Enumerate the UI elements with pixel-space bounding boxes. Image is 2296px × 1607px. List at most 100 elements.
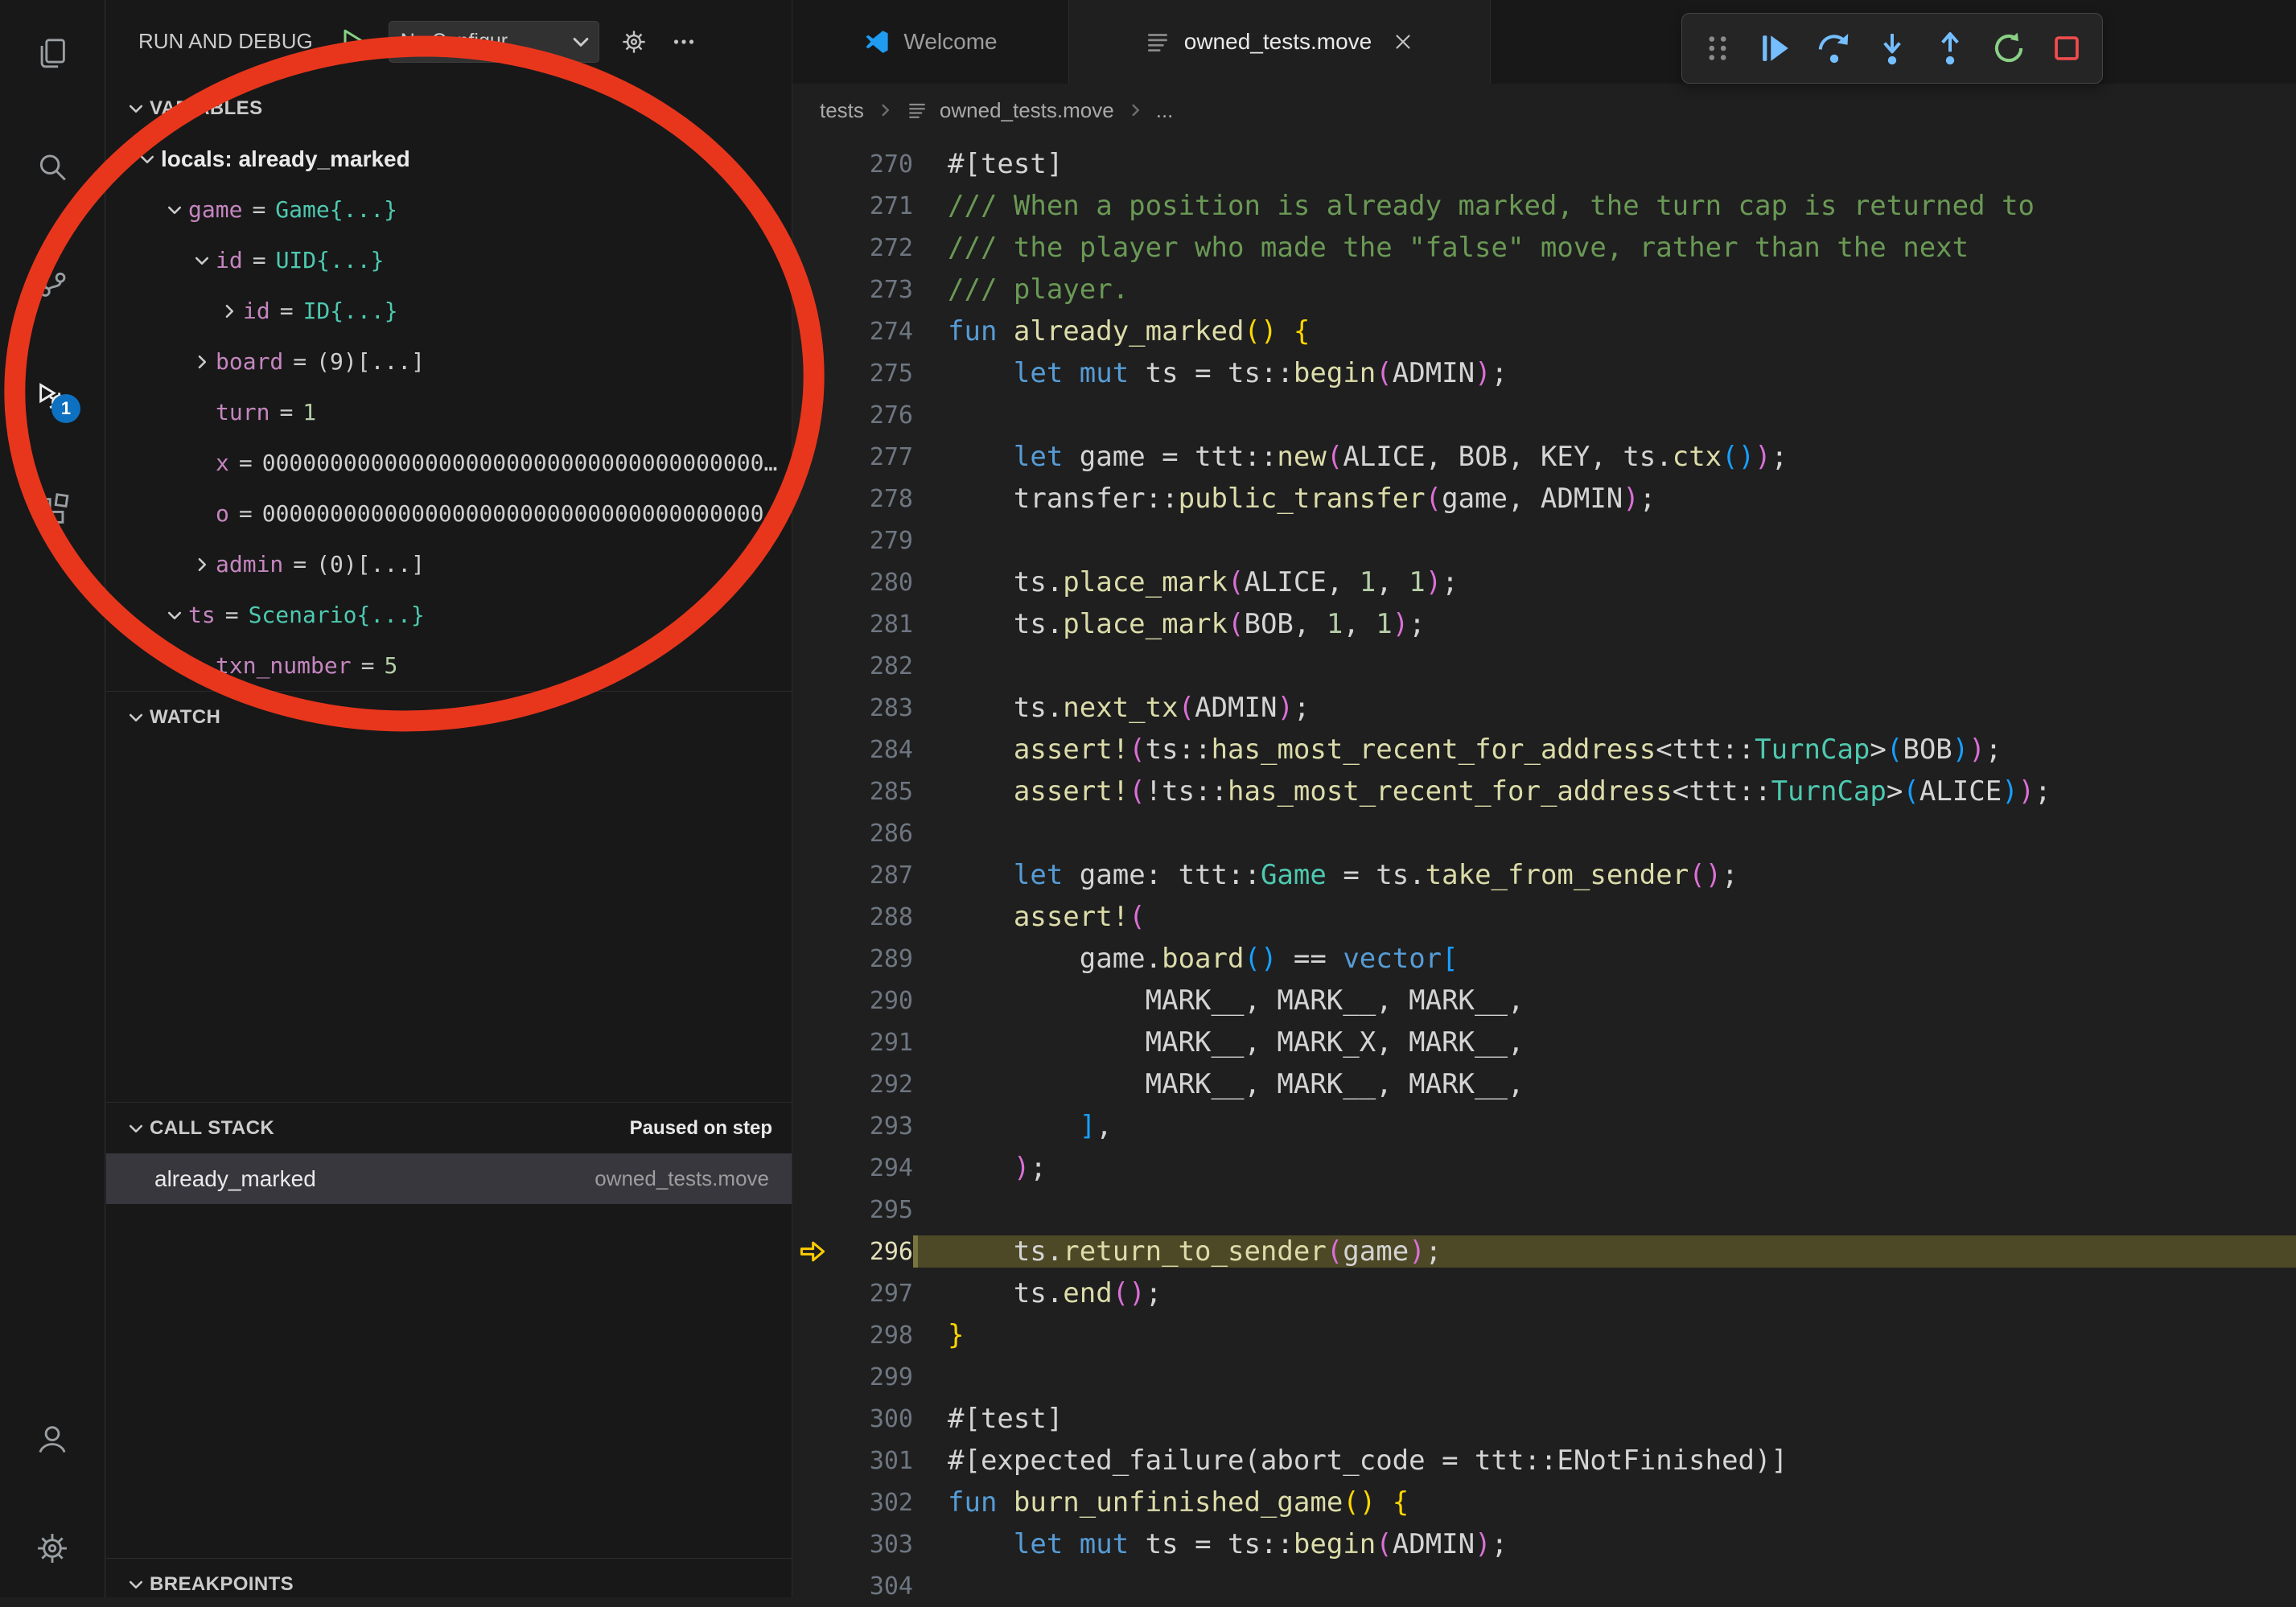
line-number[interactable]: 270 [833,150,913,179]
line-number[interactable]: 275 [833,360,913,388]
step-out-icon[interactable] [1928,26,1973,71]
code-line[interactable]: 274fun already_marked() { [792,310,2296,352]
line-number[interactable]: 299 [833,1363,913,1391]
close-icon[interactable] [1391,30,1415,54]
code-line[interactable]: 287 let game: ttt::Game = ts.take_from_s… [792,854,2296,896]
chevron-right-icon[interactable] [188,551,216,578]
more-actions-icon[interactable] [669,27,699,57]
code-line[interactable]: 294 ); [792,1147,2296,1189]
chevron-down-icon[interactable] [188,247,216,274]
code-line[interactable]: 296 ts.return_to_sender(game); [792,1231,2296,1272]
variable-row[interactable]: x=00000000000000000000000000000000000000… [106,438,792,488]
breadcrumb-item-tests[interactable]: tests [820,98,864,123]
code-line[interactable]: 273/// player. [792,269,2296,310]
settings-gear-icon[interactable] [32,1528,72,1568]
code-line[interactable]: 300#[test] [792,1398,2296,1440]
line-number[interactable]: 289 [833,945,913,973]
line-number[interactable]: 302 [833,1489,913,1517]
line-number[interactable]: 293 [833,1112,913,1141]
line-number[interactable]: 287 [833,861,913,890]
code-line[interactable]: 283 ts.next_tx(ADMIN); [792,687,2296,729]
code-line[interactable]: 282 [792,645,2296,687]
line-number[interactable]: 297 [833,1280,913,1308]
code-line[interactable]: 302fun burn_unfinished_game() { [792,1482,2296,1523]
code-line[interactable]: 280 ts.place_mark(ALICE, 1, 1); [792,561,2296,603]
variable-row[interactable]: admin=(0)[...] [106,539,792,590]
variable-row[interactable]: game=Game{...} [106,184,792,235]
step-over-icon[interactable] [1812,26,1857,71]
extensions-icon[interactable] [32,491,72,531]
line-number[interactable]: 301 [833,1447,913,1475]
code-line[interactable]: 281 ts.place_mark(BOB, 1, 1); [792,603,2296,645]
code-line[interactable]: 288 assert!( [792,896,2296,938]
line-number[interactable]: 296 [833,1238,913,1266]
variable-row[interactable]: id=ID{...} [106,286,792,336]
run-and-debug-icon[interactable]: 1 [32,376,72,417]
line-number[interactable]: 304 [833,1572,913,1601]
line-number[interactable]: 283 [833,694,913,722]
code-line[interactable]: 271/// When a position is already marked… [792,185,2296,227]
code-line[interactable]: 297 ts.end(); [792,1272,2296,1314]
chevron-down-icon[interactable] [161,602,188,629]
code-line[interactable]: 275 let mut ts = ts::begin(ADMIN); [792,352,2296,394]
code-line[interactable]: 298} [792,1314,2296,1356]
restart-icon[interactable] [1986,26,2031,71]
code-line[interactable]: 278 transfer::public_transfer(game, ADMI… [792,478,2296,520]
continue-icon[interactable] [1753,26,1798,71]
code-line[interactable]: 284 assert!(ts::has_most_recent_for_addr… [792,729,2296,771]
tab-welcome[interactable]: Welcome [792,0,1069,84]
source-control-icon[interactable] [32,262,72,302]
code-line[interactable]: 286 [792,812,2296,854]
code-line[interactable]: 277 let game = ttt::new(ALICE, BOB, KEY,… [792,436,2296,478]
variable-row[interactable]: txn_number=5 [106,640,792,691]
code-line[interactable]: 279 [792,520,2296,561]
line-number[interactable]: 271 [833,192,913,220]
line-number[interactable]: 281 [833,610,913,639]
explorer-icon[interactable] [32,34,72,74]
breadcrumb-item-symbol[interactable]: ... [1156,98,1174,123]
code-line[interactable]: 292 MARK__, MARK__, MARK__, [792,1063,2296,1105]
line-number[interactable]: 298 [833,1321,913,1350]
step-into-icon[interactable] [1870,26,1915,71]
line-number[interactable]: 303 [833,1531,913,1559]
line-number[interactable]: 300 [833,1405,913,1433]
code-line[interactable]: 270#[test] [792,143,2296,185]
line-number[interactable]: 277 [833,443,913,471]
line-number[interactable]: 282 [833,652,913,680]
line-number[interactable]: 290 [833,987,913,1015]
variable-scope-row[interactable]: locals: already_marked [106,134,792,184]
code-line[interactable]: 293 ], [792,1105,2296,1147]
code-line[interactable]: 304 [792,1565,2296,1607]
search-icon[interactable] [32,148,72,188]
line-number[interactable]: 280 [833,569,913,597]
line-number[interactable]: 288 [833,903,913,931]
line-number[interactable]: 284 [833,736,913,764]
code-line[interactable]: 290 MARK__, MARK__, MARK__, [792,980,2296,1021]
start-debug-button[interactable] [337,26,369,58]
tab-owned-tests[interactable]: owned_tests.move [1069,0,1491,84]
line-number[interactable]: 294 [833,1154,913,1182]
variable-row[interactable]: o=00000000000000000000000000000000000000… [106,488,792,539]
call-stack-section-header[interactable]: CALL STACK Paused on step [106,1102,792,1153]
code-line[interactable]: 276 [792,394,2296,436]
code-line[interactable]: 295 [792,1189,2296,1231]
code-line[interactable]: 272/// the player who made the "false" m… [792,227,2296,269]
account-icon[interactable] [32,1419,72,1459]
variable-row[interactable]: board=(9)[...] [106,336,792,387]
line-number[interactable]: 272 [833,234,913,262]
line-number[interactable]: 286 [833,820,913,848]
variable-row[interactable]: ts=Scenario{...} [106,590,792,640]
line-number[interactable]: 274 [833,318,913,346]
drag-grip-icon[interactable] [1695,26,1740,71]
breadcrumb-item-file[interactable]: owned_tests.move [940,98,1114,123]
variable-row[interactable]: id=UID{...} [106,235,792,286]
variables-section-header[interactable]: VARIABLES [106,83,792,134]
code-line[interactable]: 285 assert!(!ts::has_most_recent_for_add… [792,771,2296,812]
line-number[interactable]: 292 [833,1071,913,1099]
code-line[interactable]: 301#[expected_failure(abort_code = ttt::… [792,1440,2296,1482]
stop-icon[interactable] [2044,26,2089,71]
line-number[interactable]: 285 [833,778,913,806]
line-number[interactable]: 276 [833,401,913,429]
chevron-down-icon[interactable] [161,196,188,224]
chevron-down-icon[interactable] [134,146,161,173]
